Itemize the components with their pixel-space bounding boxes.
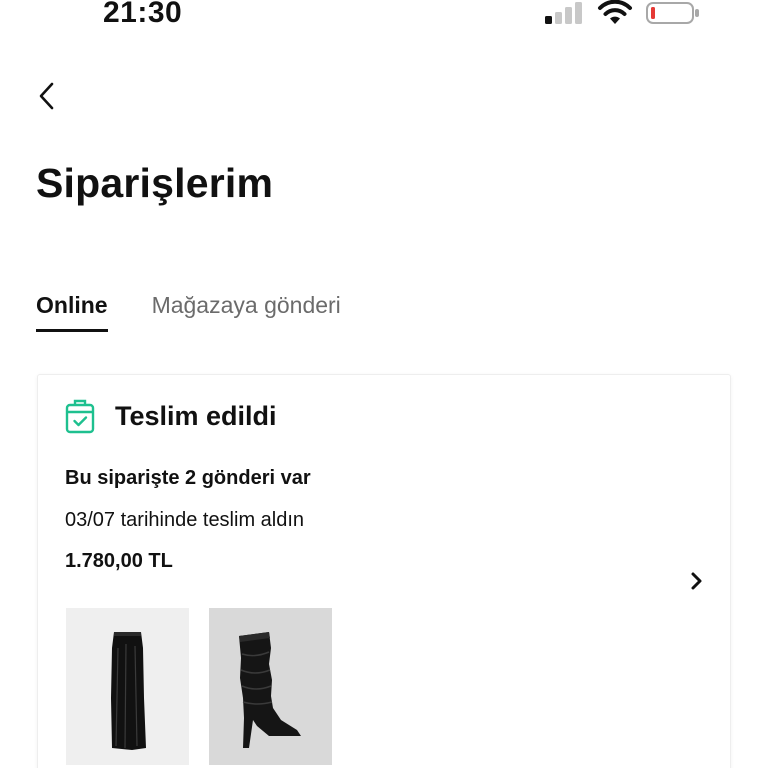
back-button[interactable] — [28, 76, 64, 116]
product-thumbnail-boot[interactable] — [209, 608, 332, 765]
chevron-left-icon — [39, 82, 54, 110]
tab-store-delivery[interactable]: Mağazaya gönderi — [152, 292, 341, 332]
page-title: Siparişlerim — [36, 160, 274, 206]
delivery-date: 03/07 tarihinde teslim aldın — [65, 509, 305, 531]
chevron-right-icon[interactable] — [687, 571, 707, 591]
tab-online[interactable]: Online — [36, 292, 108, 332]
black-slouch-boot-image — [239, 632, 301, 748]
order-status: Teslim edildi — [115, 401, 277, 431]
product-thumbnail-skirt[interactable] — [66, 608, 189, 765]
shipments-count: Bu siparişte 2 gönderi var — [65, 467, 311, 489]
black-satin-skirt-image — [111, 632, 146, 750]
tab-bar: Online Mağazaya gönderi — [36, 292, 385, 332]
order-card[interactable]: Teslim edildi Bu siparişte 2 gönderi var… — [37, 374, 731, 768]
wifi-icon — [598, 0, 632, 24]
status-time: 21:30 — [103, 0, 183, 29]
status-bar: 21:30 — [0, 0, 768, 34]
cellular-signal-icon — [545, 2, 582, 24]
delivered-box-icon — [65, 399, 95, 434]
order-price: 1.780,00 TL — [65, 550, 173, 572]
battery-low-icon — [646, 2, 699, 24]
